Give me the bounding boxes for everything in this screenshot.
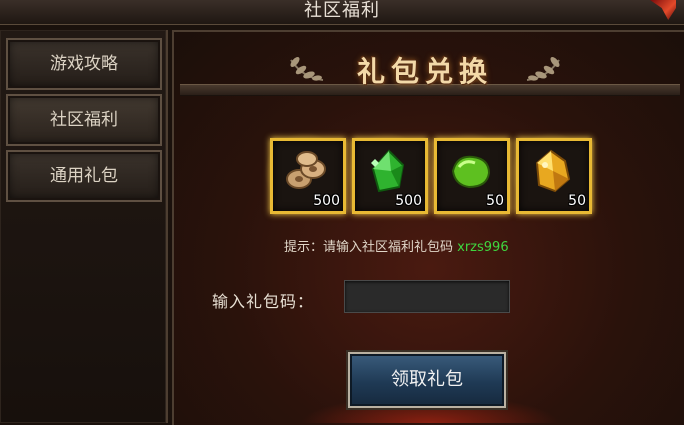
reward-item-golden-ore[interactable]: 50 <box>516 138 592 214</box>
reward-count: 50 <box>486 193 504 209</box>
reward-item-coins[interactable]: 500 <box>270 138 346 214</box>
reward-count: 50 <box>568 193 586 209</box>
copper-coins-icon <box>286 151 326 189</box>
laurel-right-icon <box>526 57 560 81</box>
hint-prefix: 提示：请输入社区福利礼包码 <box>284 240 458 255</box>
sidebar-item-general-gift-pack[interactable]: 通用礼包 <box>6 150 162 202</box>
green-crystal-icon <box>371 149 405 193</box>
reward-item-green-gem[interactable]: 50 <box>434 138 510 214</box>
sidebar-item-game-guide[interactable]: 游戏攻略 <box>6 38 162 90</box>
gift-code-input[interactable] <box>344 280 510 313</box>
sidebar-item-community-benefits[interactable]: 社区福利 <box>6 94 162 146</box>
banner-title: 礼包兑换 <box>356 55 493 88</box>
hint-code: xrzs996 <box>457 240 509 255</box>
reward-count: 500 <box>395 193 422 209</box>
laurel-left-icon <box>290 57 324 81</box>
window-title: 社区福利 <box>304 0 380 21</box>
reward-item-green-crystal[interactable]: 500 <box>352 138 428 214</box>
reward-count: 500 <box>313 193 340 209</box>
title-bar: 社区福利 <box>0 0 684 25</box>
claim-gift-button[interactable]: 领取礼包 <box>348 352 506 408</box>
green-gem-icon <box>451 155 491 189</box>
banner: 礼包兑换 <box>290 44 560 94</box>
golden-ore-icon <box>535 149 571 193</box>
hint-text: 提示：请输入社区福利礼包码 xrzs996 <box>284 236 509 255</box>
gift-code-label: 输入礼包码： <box>212 292 315 311</box>
sidebar: 游戏攻略 社区福利 通用礼包 <box>0 30 168 423</box>
